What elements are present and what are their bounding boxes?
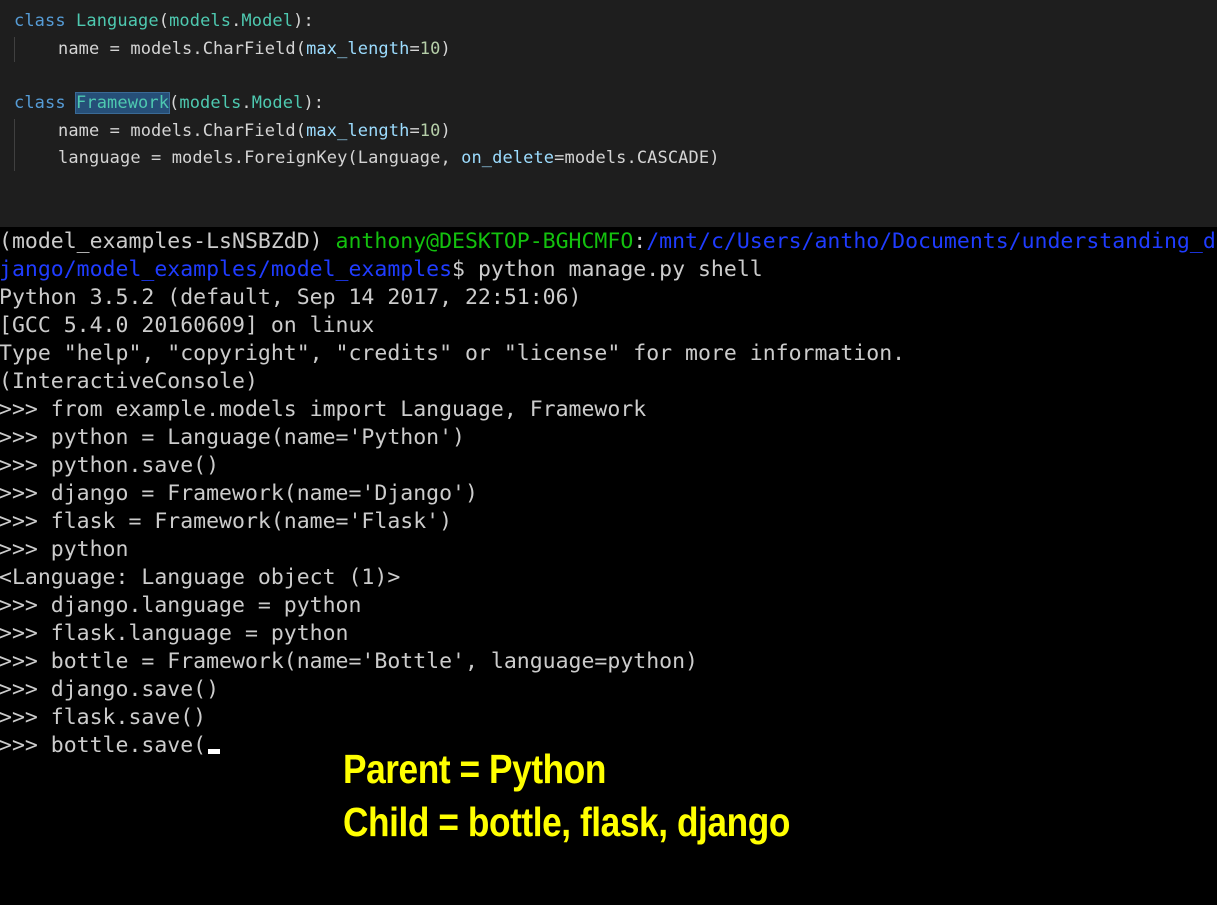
code-base-class: Model [241, 11, 294, 31]
code-line-class-language: class Language(models.Model): [14, 11, 314, 31]
terminal-session-line: >>> python = Language(name='Python') [0, 425, 465, 450]
caption-child: Child = bottle, flask, django [343, 799, 790, 845]
code-param: max_length [306, 121, 410, 141]
code-number: 10 [419, 39, 441, 59]
code-keyword: class [14, 11, 66, 31]
terminal-session-line: >>> flask.language = python [0, 621, 349, 646]
terminal-output-line: (InteractiveConsole) [0, 369, 258, 394]
code-class-name: Language [76, 11, 159, 31]
caption-parent: Parent = Python [343, 746, 606, 792]
terminal-cursor [208, 749, 221, 754]
screen: class Language(models.Model): name = mod… [0, 0, 1217, 905]
code-editor[interactable]: class Language(models.Model): name = mod… [0, 0, 1217, 227]
prompt-user-host: anthony@DESKTOP-BGHCMFO [335, 229, 634, 254]
terminal-prompt-line-2: jango/model_examples/model_examples$ pyt… [0, 257, 763, 282]
code-base-class: Model [251, 93, 304, 113]
shell-command: python manage.py shell [477, 257, 763, 282]
terminal-session-line: >>> python.save() [0, 453, 220, 478]
code-line-class-framework: class Framework(models.Model): [14, 92, 325, 114]
prompt-path: jango/model_examples/model_examples [0, 257, 453, 282]
terminal-prompt-line-1: (model_examples-LsNSBZdD) anthony@DESKTO… [0, 229, 1216, 254]
code-line-framework-name-field: name = models.CharField(max_length=10) [58, 121, 451, 141]
virtualenv-label: (model_examples-LsNSBZdD) [0, 229, 336, 254]
terminal-session-line: >>> django.save() [0, 677, 220, 702]
code-param: on_delete [461, 148, 555, 168]
code-number: 10 [419, 121, 441, 141]
terminal-session-line: >>> bottle = Framework(name='Bottle', la… [0, 649, 698, 674]
code-line-framework-language-field: language = models.ForeignKey(Language, o… [58, 148, 720, 168]
terminal-session-line: >>> flask = Framework(name='Flask') [0, 509, 453, 534]
code-base-module: models [169, 11, 232, 31]
prompt-path: /mnt/c/Users/antho/Documents/understandi… [646, 229, 1216, 254]
code-keyword: class [14, 93, 66, 113]
indent-guide [14, 37, 15, 62]
indent-guide [14, 119, 15, 171]
terminal-session-line: >>> flask.save() [0, 705, 207, 730]
terminal-output-line: Type "help", "copyright", "credits" or "… [0, 341, 906, 366]
terminal-session-line: >>> from example.models import Language,… [0, 397, 647, 422]
terminal-output-line: Python 3.5.2 (default, Sep 14 2017, 22:5… [0, 285, 582, 310]
terminal-session-line: >>> django = Framework(name='Django') [0, 481, 478, 506]
terminal-session-line: >>> python [0, 537, 129, 562]
terminal-session-line: <Language: Language object (1)> [0, 565, 401, 590]
terminal-session-line: >>> django.language = python [0, 593, 362, 618]
code-class-name-selected[interactable]: Framework [75, 92, 171, 114]
terminal-current-input-line[interactable]: >>> bottle.save( [0, 732, 221, 760]
code-param: max_length [306, 39, 410, 59]
code-line-language-name-field: name = models.CharField(max_length=10) [58, 39, 451, 59]
code-base-module: models [179, 93, 242, 113]
terminal-output-line: [GCC 5.4.0 20160609] on linux [0, 313, 375, 338]
